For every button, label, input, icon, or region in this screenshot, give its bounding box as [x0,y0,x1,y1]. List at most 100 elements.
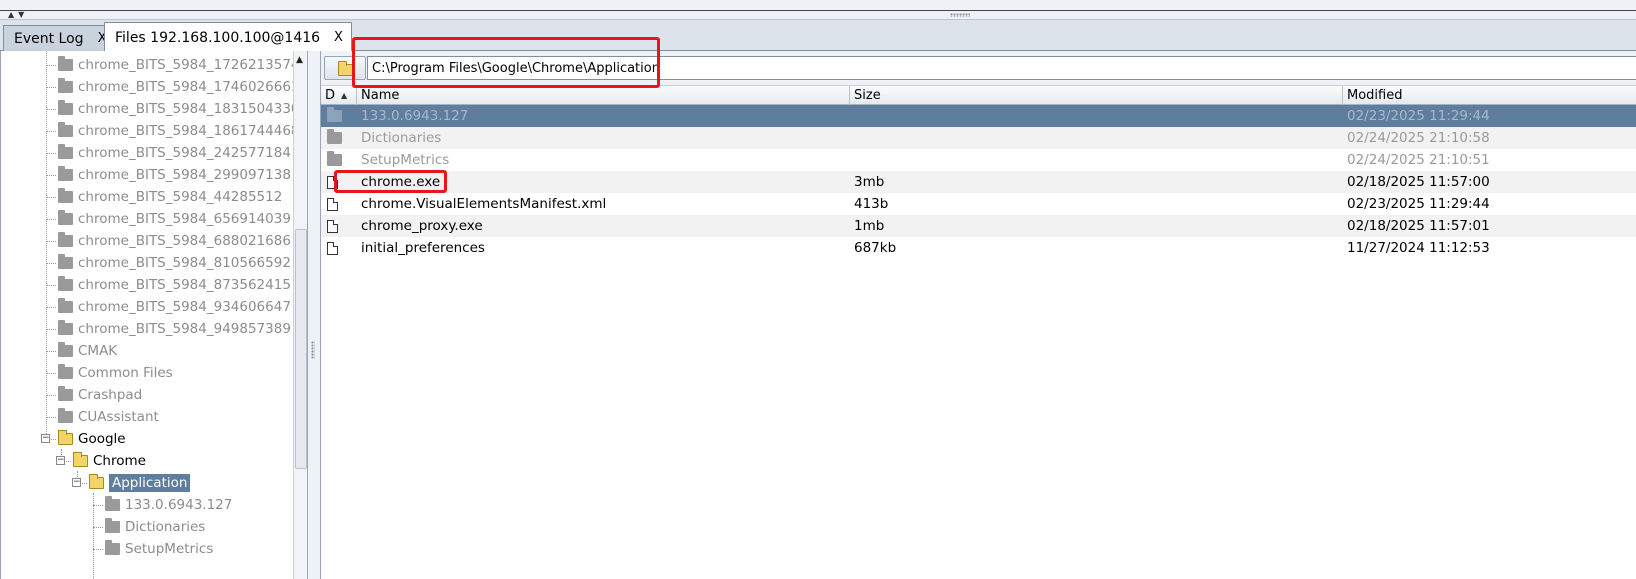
table-row[interactable]: 133.0.6943.127 02/23/2025 11:29:44 [321,105,1636,127]
cell-modified: 02/18/2025 11:57:01 [1347,218,1490,234]
folder-icon [327,151,342,166]
file-icon-cell [327,193,338,215]
folder-icon [58,320,73,335]
tree-item[interactable]: SetupMetrics [105,538,213,560]
tree-item-label: chrome_BITS_5984_1861744468 [78,123,300,139]
close-icon[interactable]: X [334,30,343,45]
cell-name: chrome.exe [361,174,441,190]
scroll-thumb[interactable] [295,229,307,469]
tree-item-label: chrome_BITS_5984_873562415 [78,277,291,293]
tree-item-label: chrome_BITS_5984_949857389 [78,321,291,337]
cell-modified: 11/27/2024 11:12:53 [1347,240,1490,256]
cell-name: 133.0.6943.127 [361,108,469,124]
tree-guide [46,351,56,352]
tree-guide [46,109,56,110]
tree-scrollbar[interactable]: ▲ [293,51,307,579]
tree-item[interactable]: CMAK [58,340,117,362]
tree-guide [46,307,56,308]
tree-guide [46,329,56,330]
table-row[interactable]: initial_preferences 687kb 11/27/2024 11:12… [321,237,1636,259]
file-icon [327,197,338,211]
cell-modified: 02/24/2025 21:10:51 [1347,152,1490,168]
tree-item-label: 133.0.6943.127 [125,497,233,513]
column-header-size[interactable]: Size [850,86,1343,105]
folder-icon [58,56,73,71]
table-row[interactable]: SetupMetrics 02/24/2025 21:10:51 [321,149,1636,171]
tree-guide [46,241,56,242]
folder-icon [105,518,120,533]
table-row[interactable]: chrome.VisualElementsManifest.xml 413b 02/… [321,193,1636,215]
divider [0,10,1636,11]
collapse-toggle-icon[interactable]: − [56,456,65,465]
scroll-up-icon[interactable]: ▲ [296,55,303,65]
tree-item[interactable]: Common Files [58,362,173,384]
table-row[interactable]: chrome.exe 3mb 02/18/2025 11:57:00 [321,171,1636,193]
folder-icon [338,61,353,76]
file-icon [327,219,338,233]
tree-item[interactable]: chrome_BITS_5984_949857389 [58,318,291,340]
path-input[interactable] [367,56,1636,80]
cell-modified: 02/18/2025 11:57:00 [1347,174,1490,190]
tree-guide [46,153,56,154]
tree-item[interactable]: chrome_BITS_5984_299097138 [58,164,291,186]
tree-guide [93,527,103,528]
splitter-grip-icon[interactable] [311,341,315,359]
file-list-pane: D ▲ Name Size Modified 133.0.6943.127 02/… [320,51,1636,579]
folder-icon [58,276,73,291]
tree-item[interactable]: Crashpad [58,384,142,406]
column-header-name[interactable]: Name [357,86,850,105]
tree-item[interactable]: chrome_BITS_5984_1861744468 [58,120,300,142]
splitter-grip-icon[interactable] [950,13,970,17]
tree-item-label: chrome_BITS_5984_810566592 [78,255,291,271]
tree-item-label: chrome_BITS_5984_242577184 [78,145,291,161]
folder-icon [58,78,73,93]
folder-icon [73,452,88,467]
tree-item[interactable]: chrome_BITS_5984_873562415 [58,274,291,296]
collapse-arrows-icon[interactable]: ▲▼ [8,11,28,19]
folder-icon-cell [327,149,347,171]
tree-item[interactable]: chrome_BITS_5984_934606647 [58,296,291,318]
tree-item[interactable]: chrome_BITS_5984_688021686 [58,230,291,252]
tree-item-label: chrome_BITS_5984_1831504330 [78,101,300,117]
tree-item[interactable]: chrome_BITS_5984_1746026661 [58,76,300,98]
tree-item[interactable]: chrome_BITS_5984_1726213574 [58,54,300,76]
table-row[interactable]: Dictionaries 02/24/2025 21:10:58 [321,127,1636,149]
tree-item-label: Google [78,431,126,447]
file-icon [327,175,338,189]
tree-item[interactable]: Google [58,428,126,450]
file-icon-cell [327,215,338,237]
folder-icon [58,430,73,445]
folder-icon [105,496,120,511]
column-header-modified[interactable]: Modified [1343,86,1636,105]
table-row[interactable]: chrome_proxy.exe 1mb 02/18/2025 11:57:01 [321,215,1636,237]
tab-event-log[interactable]: Event Log X [3,25,116,51]
tree-guide [46,219,56,220]
tree-item[interactable]: 133.0.6943.127 [105,494,232,516]
browse-folder-button[interactable] [324,56,366,80]
tree-item[interactable]: chrome_BITS_5984_44285512 [58,186,282,208]
column-header-d[interactable]: D ▲ [321,86,357,105]
tree-item[interactable]: chrome_BITS_5984_1831504330 [58,98,300,120]
folder-icon [58,166,73,181]
pane-splitter[interactable] [308,51,320,579]
tree-item-label: Chrome [93,453,146,469]
cell-size: 413b [854,196,889,212]
cell-name: chrome_proxy.exe [361,218,483,234]
tree-item-label: chrome_BITS_5984_656914039 [78,211,291,227]
collapse-toggle-icon[interactable]: − [41,434,50,443]
tab-files[interactable]: Files 192.168.100.100@1416 X [104,22,352,52]
tree-guide [46,197,56,198]
folder-tree[interactable]: chrome_BITS_5984_1726213574 chrome_BITS_5… [0,51,308,579]
folder-icon [89,474,104,489]
tree-item[interactable]: Chrome [73,450,146,472]
tree-item[interactable]: chrome_BITS_5984_242577184 [58,142,291,164]
tree-item[interactable]: CUAssistant [58,406,159,428]
tree-item[interactable]: chrome_BITS_5984_810566592 [58,252,291,274]
folder-icon [58,232,73,247]
collapse-toggle-icon[interactable]: − [72,478,81,487]
path-bar [321,51,1636,85]
tree-item[interactable]: Application [89,472,191,494]
tree-item[interactable]: Dictionaries [105,516,205,538]
tree-guide [93,549,103,550]
tree-item[interactable]: chrome_BITS_5984_656914039 [58,208,291,230]
